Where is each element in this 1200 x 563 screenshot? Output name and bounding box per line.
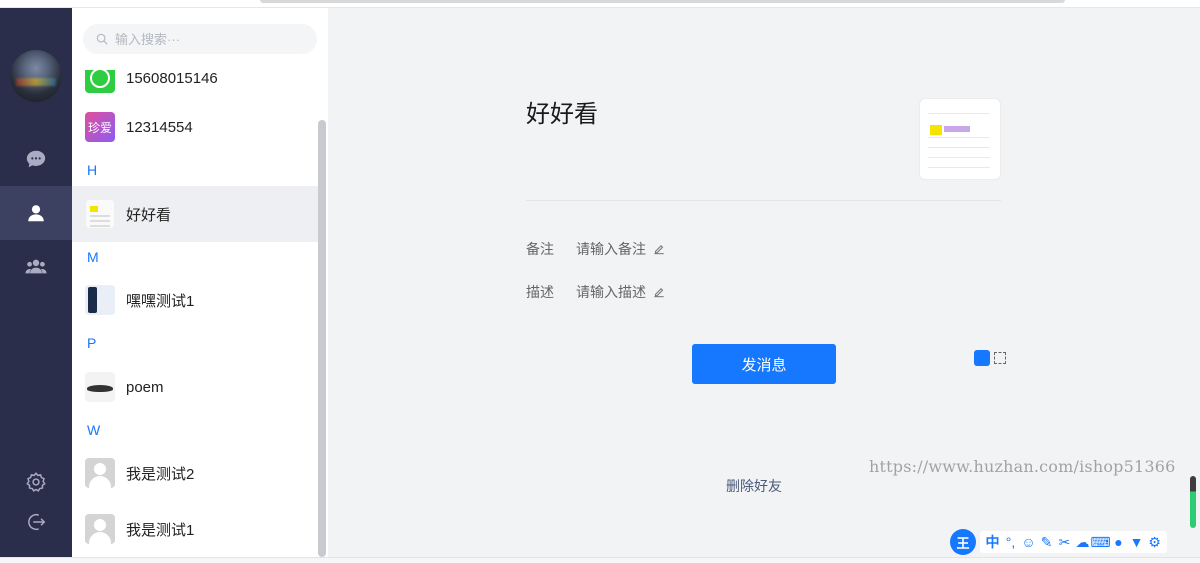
contact-title: 好好看	[526, 101, 598, 128]
document-avatar	[85, 199, 115, 229]
default-person-avatar	[85, 458, 115, 488]
contact-name: 15608015146	[126, 70, 218, 87]
contact-item[interactable]: 我是测试2	[72, 445, 318, 501]
settings-icon	[26, 472, 46, 492]
emoji-icon[interactable]: ☺	[1021, 534, 1035, 550]
contact-name: 我是测试1	[126, 521, 195, 539]
whatsapp-avatar	[85, 70, 115, 93]
search-input[interactable]	[115, 31, 295, 47]
default-person-avatar	[85, 514, 115, 544]
contact-name: poem	[126, 378, 164, 396]
contact-item[interactable]: 嘿嘿测试1	[72, 272, 318, 328]
remark-label: 备注	[526, 241, 554, 257]
logout-icon	[28, 513, 46, 531]
index-letter: H	[87, 162, 98, 178]
delete-friend-link[interactable]: 删除好友	[726, 476, 782, 496]
app-window: 15608015146 珍爱 12314554 H 好好看 M 嘿嘿测试1 P …	[0, 0, 1200, 563]
edit-icon[interactable]	[652, 285, 666, 299]
contact-item[interactable]: poem	[72, 359, 318, 415]
nav-chat[interactable]	[0, 132, 72, 186]
shark-avatar	[85, 372, 115, 402]
zhenai-avatar: 珍爱	[85, 112, 115, 142]
contact-list: 15608015146 珍爱 12314554 H 好好看 M 嘿嘿测试1 P …	[72, 70, 318, 557]
index-letter: P	[87, 335, 97, 351]
pen-icon[interactable]: ✎	[1040, 534, 1053, 550]
ime-logo[interactable]: 王	[950, 529, 976, 555]
ime-toolbar-buttons: 中 °, ☺ ✎ ✂ ☁ ⌨ ● ▼ ⚙	[980, 531, 1167, 553]
description-row: 描述 请输入描述	[526, 282, 666, 302]
group-icon	[25, 259, 47, 274]
punctuation-icon[interactable]: °,	[1004, 534, 1017, 550]
search-icon	[96, 33, 108, 45]
settings-small-icon[interactable]: ⚙	[1148, 534, 1161, 550]
nav-logout[interactable]	[0, 495, 72, 549]
contact-item[interactable]: 珍爱 12314554	[72, 99, 318, 155]
remark-row: 备注 请输入备注	[526, 239, 666, 259]
cloud-icon[interactable]: ☁	[1076, 534, 1090, 550]
chat-icon	[26, 150, 46, 168]
contact-name: 好好看	[126, 206, 172, 224]
send-message-button[interactable]: 发消息	[692, 344, 836, 384]
nav-contacts[interactable]	[0, 186, 72, 240]
contact-name: 12314554	[126, 118, 193, 136]
divider	[526, 200, 1001, 201]
browser-top-strip	[0, 0, 1200, 8]
edit-icon[interactable]	[652, 242, 666, 256]
contact-item[interactable]: 我是测试1	[72, 501, 318, 557]
side-scroll-indicator	[1190, 476, 1196, 528]
floating-ime-widget[interactable]	[974, 349, 1016, 367]
user-icon[interactable]: ●	[1112, 534, 1125, 550]
user-avatar[interactable]	[10, 50, 62, 102]
watermark-text: https://www.huzhan.com/ishop51366	[869, 457, 1176, 476]
description-label: 描述	[526, 284, 554, 300]
contact-name: 嘿嘿测试1	[126, 292, 195, 310]
index-letter: W	[87, 422, 101, 438]
ime-mode[interactable]: 中	[986, 534, 1000, 550]
list-scrollbar[interactable]	[318, 120, 326, 557]
remark-input[interactable]: 请输入备注	[576, 239, 646, 259]
avatar-text: 珍爱	[87, 120, 112, 135]
scissors-icon[interactable]: ✂	[1058, 534, 1071, 550]
contact-name: 我是测试2	[126, 465, 195, 483]
index-letter: M	[87, 249, 99, 265]
contact-icon	[28, 205, 44, 222]
search-box[interactable]	[83, 24, 317, 54]
phone-avatar	[85, 285, 115, 315]
ime-toolbar[interactable]: 王 中 °, ☺ ✎ ✂ ☁ ⌨ ● ▼ ⚙	[950, 528, 1200, 556]
nav-groups[interactable]	[0, 240, 72, 294]
bottom-strip	[0, 557, 1200, 563]
contact-detail-panel: 好好看 备注 请输入备注 描述 请输入描述 发消息 https://www.hu…	[328, 8, 1200, 557]
description-input[interactable]: 请输入描述	[576, 282, 646, 302]
contact-item-selected[interactable]: 好好看	[72, 186, 318, 242]
keyboard-icon[interactable]: ⌨	[1090, 534, 1110, 550]
left-nav	[0, 8, 72, 557]
shirt-icon[interactable]: ▼	[1130, 534, 1144, 550]
contact-avatar-large[interactable]	[919, 98, 1001, 180]
contact-list-panel: 15608015146 珍爱 12314554 H 好好看 M 嘿嘿测试1 P …	[72, 8, 328, 557]
